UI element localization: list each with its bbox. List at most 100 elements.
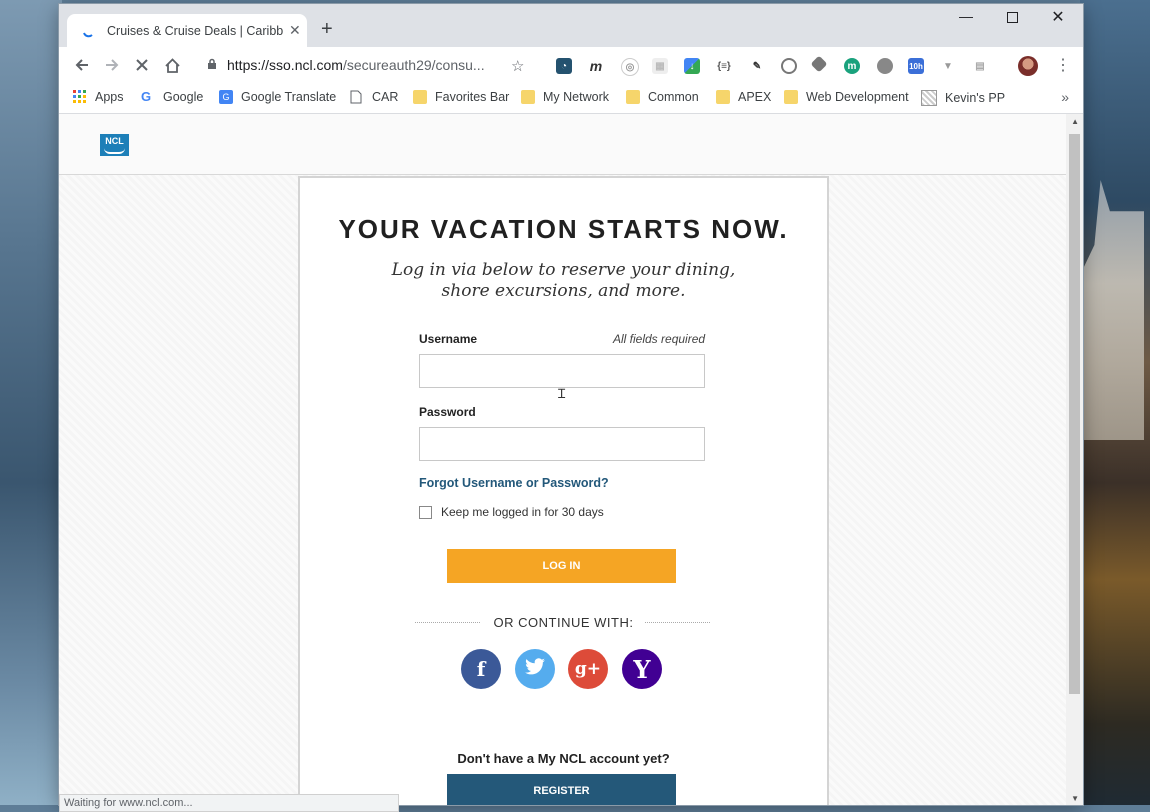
extension-3-icon[interactable]: ◎ [621,58,639,76]
forward-button[interactable] [97,50,127,80]
eyedropper-icon[interactable]: ✎ [749,58,765,74]
extension-4-icon[interactable]: ▦ [652,58,668,74]
subtitle: Log in via below to reserve your dining,… [300,260,827,302]
bookmark-google-translate[interactable]: G Google Translate [219,90,336,104]
bookmark-label: Google [163,90,204,104]
register-button[interactable]: REGISTER [447,774,676,805]
tab-title: Cruises & Cruise Deals | Caribbea [107,23,283,38]
extension-8-icon[interactable] [781,58,797,74]
bookmarks-bar: Apps G Google G Google Translate CAR Fav… [59,83,1083,114]
no-account-text: Don't have a My NCL account yet? [457,751,670,766]
new-tab-button[interactable]: + [321,18,333,41]
apps-grid-icon [73,90,87,104]
folder-icon [784,90,798,104]
extension-6-icon[interactable]: {≡} [716,58,732,74]
browser-toolbar: https://sso.ncl.com/secureauth29/consu..… [59,47,1083,83]
folder-icon [626,90,640,104]
stop-loading-button[interactable] [127,50,157,80]
bookmark-star-icon[interactable]: ☆ [511,57,524,75]
bookmark-web-development[interactable]: Web Development [784,90,909,104]
page-content: NCL YOUR VACATION STARTS NOW. Log in via… [59,114,1066,805]
home-button[interactable] [157,50,187,80]
google-icon: G [141,89,152,104]
extension-14-icon[interactable]: ▤ [972,58,988,74]
loading-favicon-icon [81,23,97,39]
keep-logged-in-label[interactable]: Keep me logged in for 30 days [441,505,604,519]
bookmark-label: Google Translate [241,90,337,104]
maximize-button[interactable] [989,10,1035,26]
bookmark-label: Web Development [806,90,909,104]
extension-m2-icon[interactable]: m [844,58,860,74]
divider-right [645,622,710,623]
password-label: Password [419,405,476,419]
extension-m-icon[interactable]: m [588,58,604,74]
or-continue-text: OR CONTINUE WITH: [493,615,634,630]
bookmark-kevins-pp[interactable]: Kevin's PP [921,90,1005,106]
twitter-icon [524,657,546,681]
url-path: /secureauth29/consu... [342,57,485,73]
twitter-login-button[interactable] [515,649,555,689]
profile-avatar[interactable] [1018,56,1038,76]
tab-strip: Cruises & Cruise Deals | Caribbea ✕ + — … [59,4,1083,47]
desktop-wallpaper-left [0,0,62,805]
text-cursor-icon: Ɪ [558,386,566,401]
folder-icon [521,90,535,104]
facebook-icon: f [476,657,486,681]
folder-icon [413,90,427,104]
back-button[interactable] [67,50,97,80]
bookmark-common[interactable]: Common [626,90,699,104]
password-input[interactable] [419,427,705,461]
extension-11-icon[interactable] [877,58,893,74]
scroll-down-arrow-icon[interactable]: ▼ [1071,794,1079,803]
google-plus-login-button[interactable]: g+ [568,649,608,689]
bookmark-label: Kevin's PP [945,91,1006,105]
browser-menu-icon[interactable]: ⋮ [1055,55,1071,75]
extension-5-icon[interactable]: ↓ [684,58,700,74]
tab-close-icon[interactable]: ✕ [289,22,301,39]
bookmark-apex[interactable]: APEX [716,90,771,104]
username-input[interactable] [419,354,705,388]
bookmark-apps[interactable]: Apps [73,90,124,104]
facebook-login-button[interactable]: f [461,649,501,689]
extension-timer-icon[interactable]: 10h [908,58,924,74]
login-button[interactable]: LOG IN [447,549,676,583]
address-bar[interactable]: https://sso.ncl.com/secureauth29/consu..… [207,51,529,79]
extension-v-icon[interactable]: ▼ [940,58,956,74]
forgot-credentials-link[interactable]: Forgot Username or Password? [419,476,609,490]
site-icon [921,90,937,106]
scroll-up-arrow-icon[interactable]: ▲ [1071,117,1079,126]
bookmark-label: Common [648,90,699,104]
bookmark-label: Apps [95,90,124,104]
lock-icon [207,58,217,73]
browser-tab[interactable]: Cruises & Cruise Deals | Caribbea ✕ [67,14,307,47]
url-host: https://sso.ncl.com [227,57,343,73]
subtitle-line-1: Log in via below to reserve your dining, [391,260,736,280]
page-title: YOUR VACATION STARTS NOW. [338,214,789,244]
status-bar: Waiting for www.ncl.com... [59,794,399,812]
close-window-button[interactable]: ✕ [1035,7,1081,27]
subtitle-line-2: shore excursions, and more. [441,281,686,301]
required-note: All fields required [613,332,706,346]
google-plus-icon: g+ [574,659,602,679]
scrollbar-thumb[interactable] [1069,134,1080,694]
page-icon [350,90,364,104]
login-card: YOUR VACATION STARTS NOW. Log in via bel… [298,176,829,805]
folder-icon [716,90,730,104]
minimize-button[interactable]: — [943,8,989,24]
translate-icon: G [219,90,233,104]
yahoo-login-button[interactable]: Y [622,649,662,689]
bookmark-my-network[interactable]: My Network [521,90,609,104]
bookmark-car[interactable]: CAR [350,90,398,104]
bookmark-favorites-bar[interactable]: Favorites Bar [413,90,509,104]
bookmark-google[interactable]: G Google [141,89,204,105]
ncl-logo[interactable]: NCL [100,134,129,156]
extension-1-icon[interactable]: ◔ [556,58,572,74]
keep-logged-in-checkbox[interactable] [419,506,432,519]
browser-window: Cruises & Cruise Deals | Caribbea ✕ + — … [59,4,1083,812]
logo-wave [104,148,125,154]
site-header: NCL [59,114,1066,175]
more-bookmarks-icon[interactable]: » [1061,89,1069,105]
bookmark-label: CAR [372,90,399,104]
extension-9-icon[interactable] [810,55,828,73]
bookmark-label: Favorites Bar [435,90,510,104]
